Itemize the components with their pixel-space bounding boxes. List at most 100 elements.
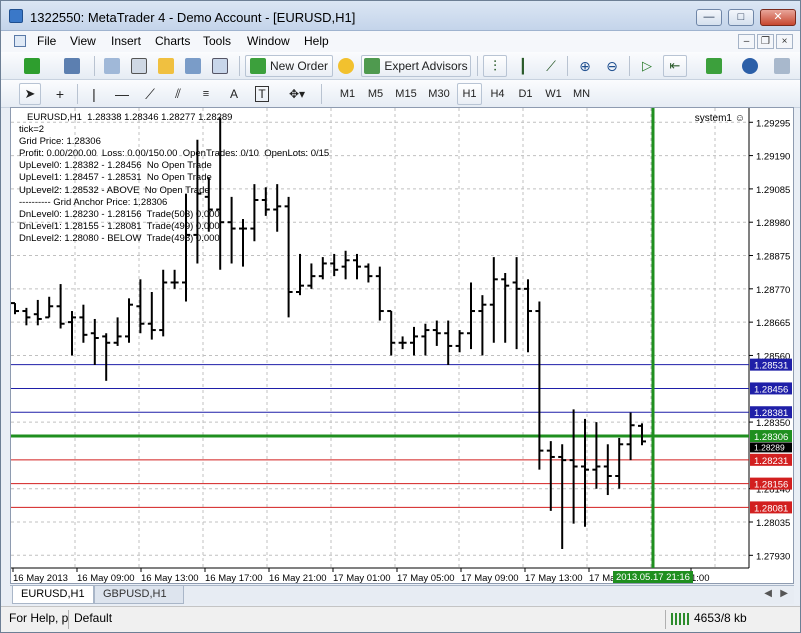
new-order-button[interactable]: New Order (245, 55, 333, 77)
auto-scroll-button[interactable]: ▷ (635, 55, 659, 77)
terminal-button[interactable] (182, 55, 204, 77)
arrows-button[interactable]: ✥▾ (281, 83, 313, 105)
crosshair-button[interactable]: + (49, 83, 71, 105)
status-help-text: For Help, p (9, 611, 69, 625)
price-bar (535, 301, 544, 470)
price-bar (364, 263, 373, 283)
metaeditor-button[interactable] (335, 55, 357, 77)
timeframe-mn-button[interactable]: MN (569, 83, 594, 105)
horizontal-line-button[interactable]: — (111, 83, 133, 105)
timeframe-m1-button[interactable]: M1 (335, 83, 360, 105)
time-tick-label: 17 Ma (589, 573, 616, 584)
tab-scroll-right-icon[interactable]: ▶ (780, 588, 788, 599)
timeframe-h1-button[interactable]: H1 (457, 83, 482, 105)
data-window-button[interactable] (128, 55, 150, 77)
mdi-minimize-button[interactable]: – (738, 34, 755, 49)
window-title: 1322550: MetaTrader 4 - Demo Account - [… (30, 10, 356, 25)
price-bar (638, 423, 646, 446)
zoom-out-button[interactable]: ⊖ (600, 55, 624, 77)
info-line: DnLevel1: 1.28155 - 1.28081 Trade(499) 0… (19, 220, 220, 232)
time-tick-label: 17 May 09:00 (461, 573, 519, 584)
chart-tabs: EURUSD,H1 GBPUSD,H1 ◀ ▶ (10, 585, 794, 604)
info-line: EURUSD,H1 1.28338 1.28346 1.28277 1.2828… (27, 112, 233, 123)
channel-icon: ⫽ (175, 86, 181, 101)
cursor-icon: ➤ (24, 86, 36, 101)
price-bar (387, 310, 396, 356)
level-price-label: 1.28156 (754, 480, 788, 491)
equidistant-channel-button[interactable]: ⫽ (167, 83, 189, 105)
price-bar (375, 266, 384, 321)
price-bar (398, 336, 407, 350)
fibonacci-button[interactable]: ≡ (195, 83, 217, 105)
menu-file[interactable]: File (37, 34, 56, 48)
trendline-button[interactable]: ⟋ (139, 83, 161, 105)
timeframe-m30-button[interactable]: M30 (424, 83, 454, 105)
periods-button[interactable] (734, 55, 766, 77)
chart-area[interactable]: 1.29295 1.29190 1.29085 1.28980 1.28875 1.287… (10, 107, 794, 584)
price-bar (478, 295, 487, 356)
mdi-restore-button[interactable]: ❐ (757, 34, 774, 49)
price-bar (33, 299, 42, 326)
bar-chart-button[interactable]: ⫶ (483, 55, 507, 77)
new-chart-icon (24, 58, 40, 74)
price-bar (546, 441, 555, 511)
menu-help[interactable]: Help (304, 34, 329, 48)
menu-view[interactable]: View (70, 34, 96, 48)
mdi-close-button[interactable]: × (776, 34, 793, 49)
current-price-label: 1.28289 (754, 442, 785, 452)
indicators-button[interactable] (698, 55, 730, 77)
chart-window-icon[interactable] (14, 35, 26, 47)
text-label-button[interactable]: T (251, 83, 273, 105)
minimize-button[interactable]: — (696, 9, 722, 26)
tab-gbpusd-h1[interactable]: GBPUSD,H1 (94, 586, 184, 604)
menu-insert[interactable]: Insert (111, 34, 141, 48)
menu-window[interactable]: Window (247, 34, 290, 48)
new-order-icon (249, 58, 266, 74)
timeframe-m15-button[interactable]: M15 (391, 83, 421, 105)
new-chart-button[interactable] (19, 55, 45, 77)
close-button[interactable]: ✕ (760, 9, 796, 26)
timeframe-w1-button[interactable]: W1 (541, 83, 566, 105)
timeframe-h4-button[interactable]: H4 (485, 83, 510, 105)
fibonacci-icon: ≡ (202, 88, 210, 100)
market-watch-button[interactable] (101, 55, 123, 77)
cursor-button[interactable]: ➤ (19, 83, 41, 105)
strategy-tester-button[interactable] (209, 55, 231, 77)
text-tool-button[interactable]: A (223, 83, 245, 105)
connection-bars-icon (671, 613, 689, 625)
price-bar (489, 257, 498, 343)
timeframe-d1-button[interactable]: D1 (513, 83, 538, 105)
tab-scroll-left-icon[interactable]: ◀ (764, 588, 772, 599)
chart-shift-button[interactable]: ⇤ (663, 55, 687, 77)
zoom-out-icon: ⊖ (606, 57, 618, 74)
info-line: UpLevel1: 1.28457 - 1.28531 No Open Trad… (19, 172, 212, 184)
line-chart-button[interactable]: ⟋ (539, 55, 563, 77)
vertical-line-button[interactable]: | (83, 83, 105, 105)
menu-charts[interactable]: Charts (155, 34, 190, 48)
navigator-button[interactable] (155, 55, 177, 77)
level-price-label: 1.28381 (754, 408, 788, 419)
price-bar (501, 272, 510, 343)
price-bar (11, 302, 19, 315)
templates-icon (774, 58, 790, 74)
profiles-button[interactable] (56, 55, 88, 77)
maximize-button[interactable]: □ (728, 9, 754, 26)
tab-eurusd-h1[interactable]: EURUSD,H1 (12, 586, 94, 604)
crosshair-time-label: 2013.05.17 21:16 (616, 572, 690, 583)
market-watch-icon (104, 58, 120, 74)
info-line: UpLevel2: 1.28532 - ABOVE No Open Trade (19, 184, 210, 196)
text-label-icon: T (255, 86, 269, 102)
zoom-in-button[interactable]: ⊕ (573, 55, 597, 77)
ea-info-panel: EURUSD,H1 1.28338 1.28346 1.28277 1.2828… (19, 112, 329, 245)
candlestick-button[interactable]: ┃ (511, 55, 535, 77)
time-tick-label: 16 May 17:00 (205, 573, 263, 584)
timeframe-m5-button[interactable]: M5 (363, 83, 388, 105)
time-tick-label: 17 May 05:00 (397, 573, 455, 584)
expert-advisors-button[interactable]: Expert Advisors (361, 55, 471, 77)
price-bar (56, 284, 65, 329)
price-bar (410, 326, 418, 356)
templates-button[interactable] (771, 55, 793, 77)
profiles-icon (64, 58, 80, 74)
price-bar (467, 282, 475, 350)
menu-tools[interactable]: Tools (203, 34, 231, 48)
